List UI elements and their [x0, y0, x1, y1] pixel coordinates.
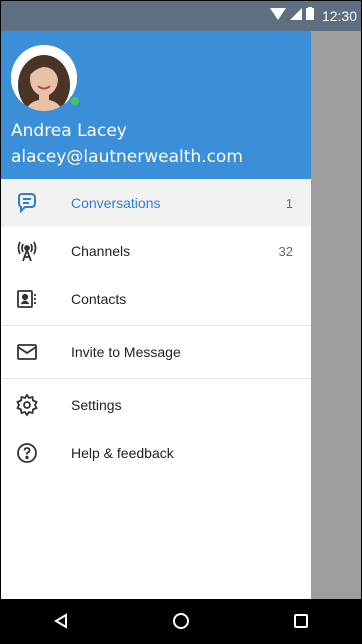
drawer-menu: Conversations 1 Channels 32 Contacts Inv… [1, 179, 311, 477]
contact-card-icon [15, 287, 39, 311]
wifi-icon [269, 7, 286, 25]
menu-item-label: Invite to Message [71, 344, 181, 360]
menu-divider [1, 325, 311, 326]
menu-item-count: 1 [285, 195, 293, 211]
menu-item-contacts[interactable]: Contacts [1, 275, 311, 323]
back-triangle-icon [54, 613, 67, 629]
back-button[interactable] [31, 599, 91, 643]
drawer-header: Andrea Lacey alacey@lautnerwealth.com [1, 31, 311, 179]
status-bar: 12:30 [1, 1, 361, 31]
user-name: Andrea Lacey [11, 121, 127, 141]
gear-icon [15, 393, 39, 417]
menu-item-label: Channels [71, 243, 131, 259]
menu-item-label: Conversations [71, 195, 161, 211]
phone-screen: 12:30 Andrea Lacey alacey@lautnerwealth.… [0, 0, 362, 644]
avatar[interactable] [11, 45, 77, 111]
user-email: alacey@lautnerwealth.com [11, 147, 243, 167]
menu-item-label: Contacts [71, 291, 127, 307]
menu-item-count: 32 [278, 243, 293, 259]
envelope-icon [15, 340, 39, 364]
menu-divider [1, 378, 311, 379]
online-status-dot [69, 95, 81, 107]
home-circle-icon [173, 613, 189, 629]
menu-item-channels[interactable]: Channels 32 [1, 227, 311, 275]
recents-button[interactable] [271, 599, 331, 643]
navigation-drawer: Andrea Lacey alacey@lautnerwealth.com Co… [1, 31, 311, 599]
menu-item-label: Help & feedback [71, 445, 174, 461]
menu-item-conversations[interactable]: Conversations 1 [1, 179, 311, 227]
menu-item-label: Settings [71, 397, 122, 413]
home-button[interactable] [151, 599, 211, 643]
chat-bubble-icon [15, 191, 39, 215]
menu-item-settings[interactable]: Settings [1, 381, 311, 429]
menu-item-invite[interactable]: Invite to Message [1, 328, 311, 376]
battery-icon [305, 7, 314, 25]
recents-square-icon [294, 614, 308, 628]
help-circle-icon [15, 441, 39, 465]
status-time: 12:30 [321, 8, 357, 24]
android-navigation-bar [1, 599, 361, 643]
broadcast-tower-icon [15, 239, 39, 263]
signal-icon [289, 7, 302, 25]
menu-item-help[interactable]: Help & feedback [1, 429, 311, 477]
